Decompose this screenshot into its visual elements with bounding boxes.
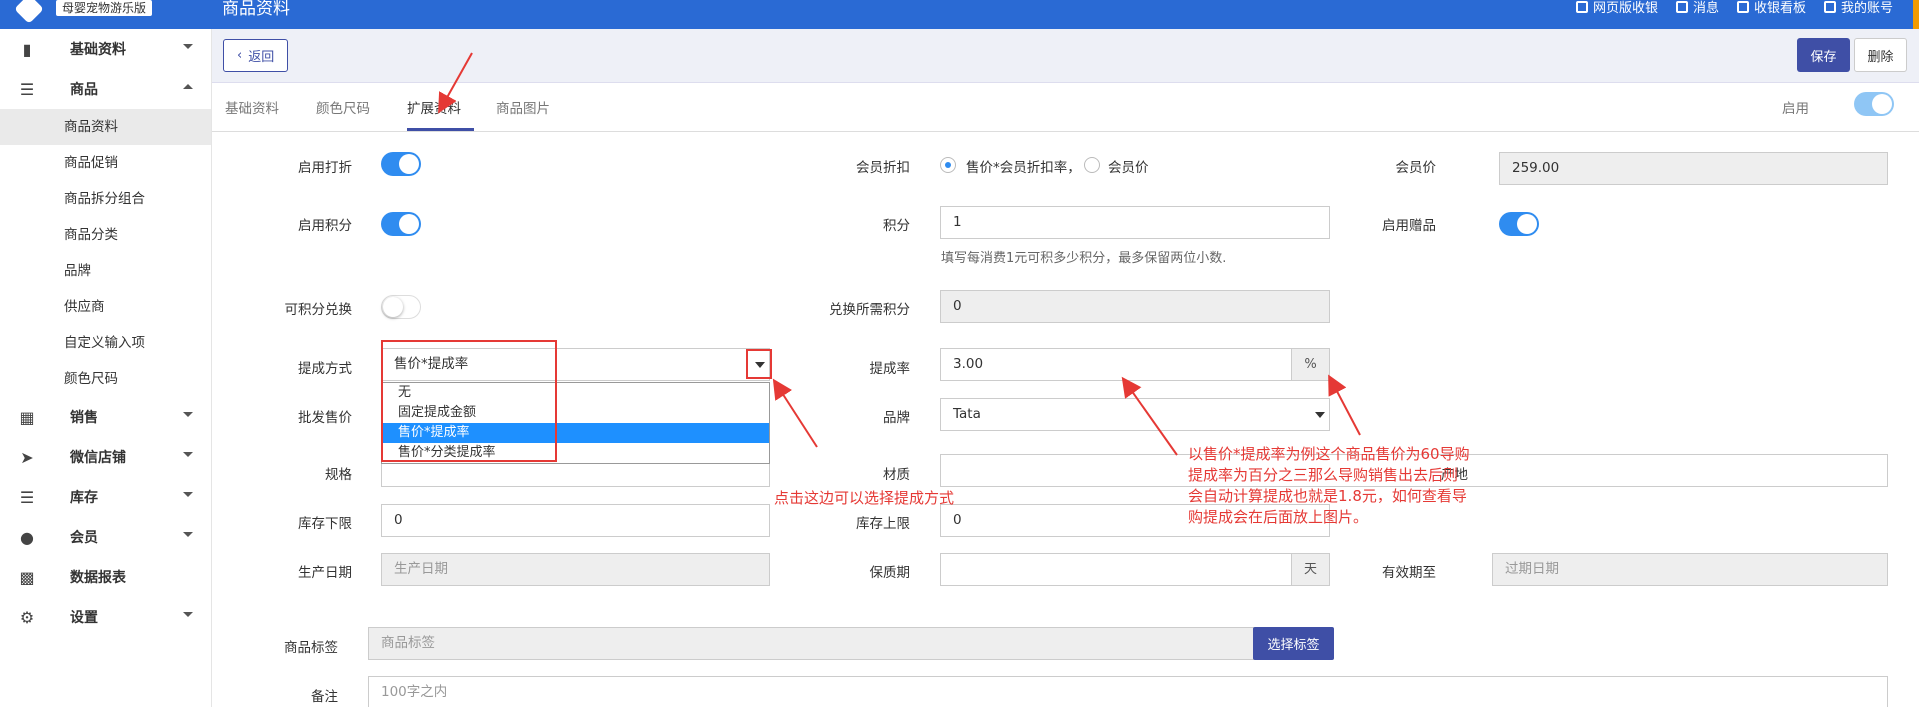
annotation-note-2: 以售价*提成率为例这个商品售价为60导购 提成率为百分之三那么导购销售出去后则 … — [1188, 444, 1470, 528]
annotation-note-line: 以售价*提成率为例这个商品售价为60导购 — [1188, 445, 1470, 463]
arrow-to-percent — [1328, 374, 1361, 436]
annotation-note-line: 会自动计算提成也就是1.8元，如何查看导 — [1188, 487, 1467, 505]
arrow-to-rate — [1121, 376, 1178, 456]
arrow-to-dropdown — [772, 378, 818, 448]
annotation-note-line: 购提成会在后面放上图片。 — [1188, 508, 1369, 526]
annotation-arrows — [438, 52, 1361, 456]
annotation-note-1: 点击这边可以选择提成方式 — [774, 489, 955, 507]
annotation-note-line: 提成率为百分之三那么导购销售出去后则 — [1188, 466, 1459, 484]
arrow-to-tab — [438, 52, 473, 114]
